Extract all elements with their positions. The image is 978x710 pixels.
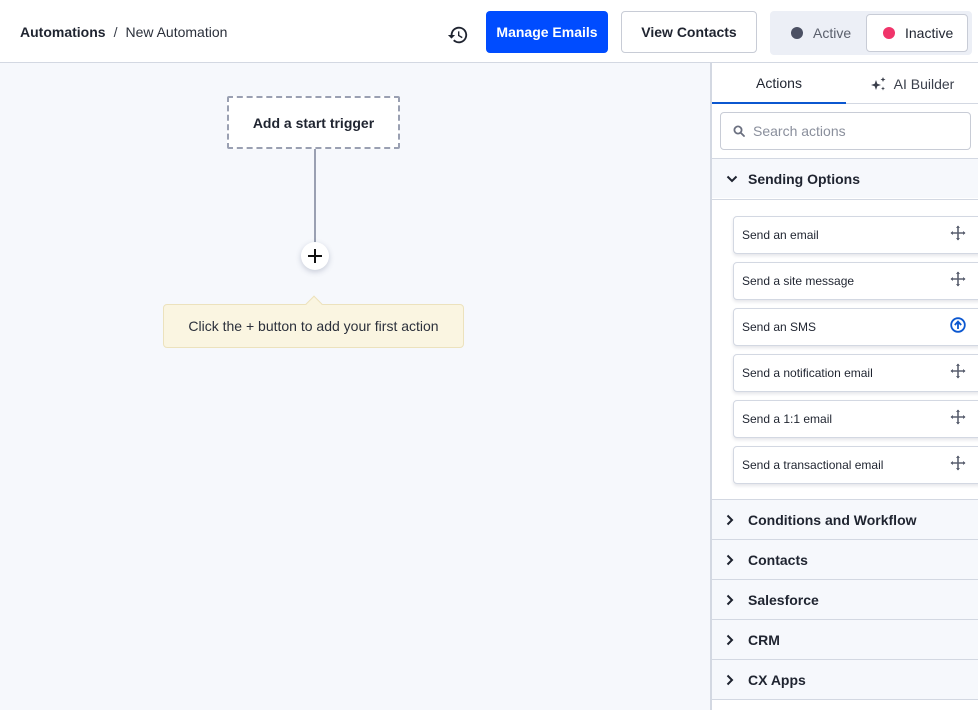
sparkle-icon — [870, 76, 886, 90]
action-item-send-email[interactable]: Send an email — [733, 216, 978, 254]
chevron-right-icon — [726, 554, 738, 566]
panel-tabs: Actions AI Builder — [712, 63, 978, 104]
breadcrumb-current: New Automation — [125, 24, 228, 40]
top-bar: Automations / New Automation Manage Emai… — [0, 0, 978, 63]
action-label: Send a 1:1 email — [742, 412, 833, 426]
manage-emails-button[interactable]: Manage Emails — [486, 11, 608, 53]
inactive-dot-icon — [883, 27, 895, 39]
breadcrumb-automations-link[interactable]: Automations — [20, 24, 106, 40]
section-label: CRM — [748, 631, 780, 648]
automation-canvas[interactable]: Add a start trigger Click the + button t… — [0, 63, 710, 710]
panel-divider — [712, 699, 978, 700]
upgrade-icon[interactable] — [950, 317, 966, 333]
active-dot-icon — [791, 27, 803, 39]
section-label: CX Apps — [748, 671, 806, 688]
hint-text: Click the + button to add your first act… — [188, 318, 439, 334]
search-actions-input[interactable] — [753, 123, 953, 139]
section-crm[interactable]: CRM — [712, 619, 978, 659]
tab-actions-label: Actions — [756, 74, 802, 91]
search-box — [720, 112, 971, 150]
action-label: Send an SMS — [742, 320, 817, 334]
history-icon — [447, 26, 468, 44]
status-inactive-label: Inactive — [905, 25, 954, 41]
breadcrumb-separator: / — [113, 24, 118, 40]
section-label: Salesforce — [748, 591, 819, 608]
section-salesforce[interactable]: Salesforce — [712, 579, 978, 619]
chevron-right-icon — [726, 634, 738, 646]
action-item-send-transactional-email[interactable]: Send a transactional email — [733, 446, 978, 484]
search-icon — [733, 125, 745, 137]
trigger-label: Add a start trigger — [252, 114, 375, 131]
actions-panel: Actions AI Builder Sending Options Send … — [710, 63, 978, 710]
move-icon[interactable] — [950, 455, 966, 471]
flow-connector-line — [314, 149, 316, 243]
chevron-right-icon — [726, 514, 738, 526]
section-label: Conditions and Workflow — [748, 511, 917, 528]
move-icon[interactable] — [950, 363, 966, 379]
move-icon[interactable] — [950, 409, 966, 425]
breadcrumb: Automations / New Automation — [20, 24, 227, 40]
action-label: Send a transactional email — [742, 458, 884, 472]
status-toggle: Active Inactive — [770, 11, 972, 55]
action-label: Send a site message — [742, 274, 855, 288]
hint-pointer — [305, 295, 323, 313]
first-action-hint: Click the + button to add your first act… — [163, 295, 464, 348]
chevron-right-icon — [726, 594, 738, 606]
move-icon[interactable] — [950, 225, 966, 241]
section-cx-apps[interactable]: CX Apps — [712, 659, 978, 699]
section-conditions-and-workflow[interactable]: Conditions and Workflow — [712, 499, 978, 539]
status-inactive-option[interactable]: Inactive — [866, 14, 968, 52]
action-label: Send an email — [742, 228, 819, 242]
section-sending-options[interactable]: Sending Options — [712, 158, 978, 198]
move-icon[interactable] — [950, 271, 966, 287]
view-contacts-button[interactable]: View Contacts — [621, 11, 757, 53]
section-label: Contacts — [748, 551, 808, 568]
tab-ai-builder-label: AI Builder — [893, 75, 955, 92]
section-contacts[interactable]: Contacts — [712, 539, 978, 579]
action-item-send-notification-email[interactable]: Send a notification email — [733, 354, 978, 392]
action-item-send-1-1-email[interactable]: Send a 1:1 email — [733, 400, 978, 438]
sending-options-list: Send an email Send a site message Send a… — [712, 199, 978, 500]
tab-actions[interactable]: Actions — [712, 63, 846, 104]
chevron-down-icon — [726, 175, 738, 183]
history-button[interactable] — [446, 23, 470, 47]
add-action-button[interactable] — [301, 242, 329, 270]
chevron-right-icon — [726, 674, 738, 686]
section-label: Sending Options — [748, 170, 860, 187]
tab-ai-builder[interactable]: AI Builder — [846, 63, 978, 104]
plus-icon — [308, 249, 322, 263]
action-label: Send a notification email — [742, 366, 873, 380]
status-active-label: Active — [813, 25, 852, 41]
add-start-trigger-node[interactable]: Add a start trigger — [227, 96, 400, 149]
action-item-send-site-message[interactable]: Send a site message — [733, 262, 978, 300]
status-active-option[interactable]: Active — [774, 14, 866, 52]
action-item-send-sms[interactable]: Send an SMS — [733, 308, 978, 346]
